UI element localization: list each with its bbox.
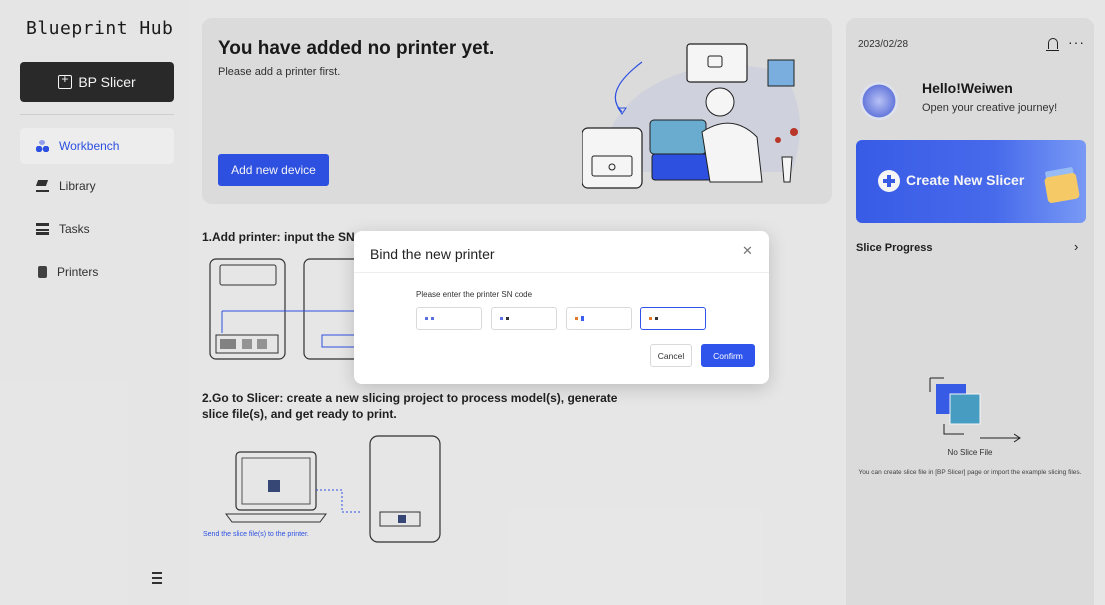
sn-prompt: Please enter the printer SN code (416, 290, 533, 299)
sn-code-field-1[interactable] (416, 307, 482, 330)
dialog-title: Bind the new printer (370, 246, 495, 262)
cancel-button[interactable]: Cancel (650, 344, 692, 367)
close-icon[interactable]: ✕ (742, 243, 753, 259)
bind-printer-dialog: Bind the new printer ✕ Please enter the … (354, 231, 769, 384)
confirm-button[interactable]: Confirm (701, 344, 755, 367)
dialog-divider (354, 272, 769, 273)
sn-code-field-2[interactable] (491, 307, 557, 330)
sn-code-field-3[interactable] (566, 307, 632, 330)
sn-code-field-4[interactable] (640, 307, 706, 330)
